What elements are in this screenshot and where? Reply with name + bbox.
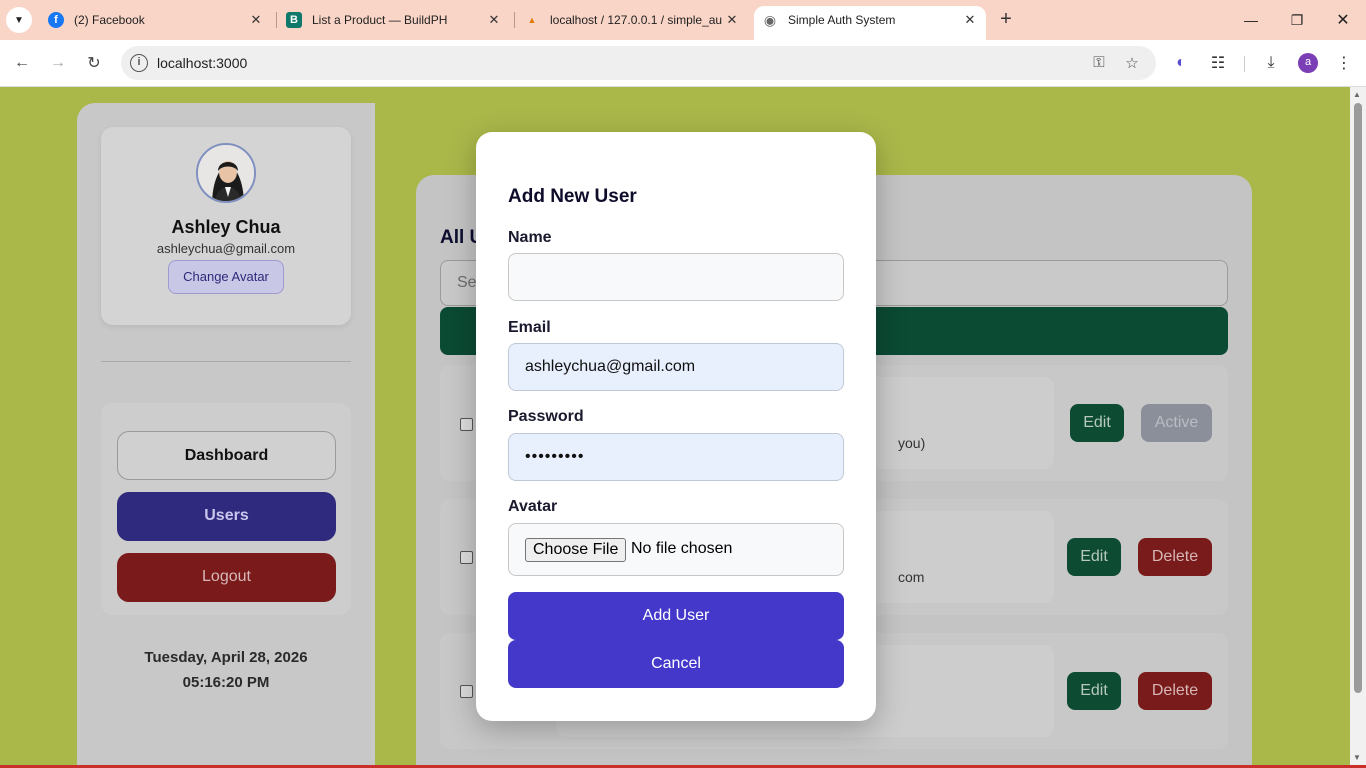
minimize-button[interactable]: —	[1228, 0, 1274, 40]
tab-buildph[interactable]: B List a Product — BuildPH ✕	[278, 6, 510, 34]
row-checkbox[interactable]	[460, 551, 473, 564]
current-date: Tuesday, April 28, 2026	[144, 649, 308, 666]
tab-simple-auth[interactable]: ◉ Simple Auth System ✕	[754, 6, 986, 40]
user-avatar	[196, 143, 256, 203]
minimize-icon: —	[1244, 12, 1258, 28]
url-text[interactable]: localhost:3000	[157, 55, 247, 71]
name-input[interactable]	[508, 253, 844, 301]
file-status-text: No file chosen	[631, 540, 733, 557]
avatar-file-input[interactable]: Choose File No file chosen	[508, 523, 844, 576]
tab-strip: ▼ f (2) Facebook ✕ B List a Product — Bu…	[0, 0, 1366, 40]
tab-separator	[514, 12, 515, 28]
password-label: Password	[508, 408, 584, 425]
sidebar: Ashley Chua ashleychua@gmail.com Change …	[77, 103, 375, 768]
profile-avatar[interactable]: a	[1298, 53, 1318, 73]
arrow-right-icon: →	[50, 54, 66, 71]
email-input[interactable]: ashleychua@gmail.com	[508, 343, 844, 391]
tab-search-button[interactable]: ▼	[6, 7, 32, 33]
avatar-portrait-icon	[198, 145, 254, 201]
back-button[interactable]: ←	[7, 48, 37, 78]
avatar-label: Avatar	[508, 498, 558, 515]
sidebar-item-dashboard[interactable]: Dashboard	[117, 431, 336, 480]
extensions-puzzle-icon[interactable]: ☷	[1205, 50, 1231, 76]
row-checkbox[interactable]	[460, 685, 473, 698]
tab-title: (2) Facebook	[74, 13, 145, 27]
edit-button[interactable]: Edit	[1070, 404, 1124, 442]
page-scrollbar[interactable]: ▲ ▼	[1350, 87, 1366, 768]
browser-toolbar: ← → ↻ i localhost:3000 ⚿ ☆ ◐ ☷ ⤓ a ⋮	[0, 40, 1366, 87]
user-info-text: com	[898, 569, 925, 585]
logout-button[interactable]: Logout	[117, 553, 336, 602]
tab-phpmyadmin[interactable]: ▲ localhost / 127.0.0.1 / simple_au ✕	[516, 6, 748, 34]
reload-button[interactable]: ↻	[79, 48, 109, 78]
tab-title: Simple Auth System	[788, 13, 896, 27]
change-avatar-button[interactable]: Change Avatar	[168, 260, 284, 294]
sidebar-nav: Dashboard Users Logout	[101, 403, 351, 615]
arrow-left-icon: ←	[14, 54, 30, 71]
tab-facebook[interactable]: f (2) Facebook ✕	[40, 6, 272, 34]
user-name: Ashley Chua	[171, 217, 281, 237]
tab-title: localhost / 127.0.0.1 / simple_au	[550, 13, 723, 27]
password-input[interactable]: •••••••••	[508, 433, 844, 481]
bookmark-star-icon[interactable]: ☆	[1122, 54, 1142, 72]
toolbar-divider	[1244, 56, 1245, 72]
forward-button[interactable]: →	[43, 48, 73, 78]
add-user-modal: Add New User Name Email ashleychua@gmail…	[476, 132, 876, 721]
scrollbar-thumb[interactable]	[1354, 103, 1362, 693]
close-window-button[interactable]: ✕	[1320, 0, 1366, 40]
tab-separator	[276, 12, 277, 28]
new-tab-button[interactable]: +	[994, 8, 1018, 32]
row-checkbox[interactable]	[460, 418, 473, 431]
date-time-display: Tuesday, April 28, 2026 05:16:20 PM	[77, 645, 375, 695]
close-icon[interactable]: ✕	[724, 12, 740, 28]
delete-button[interactable]: Delete	[1138, 672, 1212, 710]
buildph-icon: B	[286, 12, 302, 28]
chevron-down-icon: ▼	[14, 14, 24, 26]
close-icon[interactable]: ✕	[248, 12, 264, 28]
phpmyadmin-icon: ▲	[527, 15, 537, 25]
restore-button[interactable]: ❐	[1274, 0, 1320, 40]
close-icon[interactable]: ✕	[962, 12, 978, 28]
cancel-button[interactable]: Cancel	[508, 640, 844, 688]
edit-button[interactable]: Edit	[1067, 672, 1121, 710]
globe-icon: ◉	[763, 11, 777, 28]
user-info-text: you)	[898, 435, 926, 451]
name-label: Name	[508, 229, 552, 246]
download-icon[interactable]: ⤓	[1258, 50, 1284, 76]
current-time: 05:16:20 PM	[182, 674, 270, 691]
modal-title: Add New User	[508, 186, 637, 207]
delete-button[interactable]: Delete	[1138, 538, 1212, 576]
plus-icon: +	[1000, 8, 1012, 30]
scroll-down-icon[interactable]: ▼	[1353, 753, 1361, 762]
active-status-button: Active	[1141, 404, 1212, 442]
extension-c-icon[interactable]: ◐	[1168, 50, 1194, 76]
facebook-icon: f	[48, 12, 64, 28]
email-label: Email	[508, 319, 551, 336]
address-bar[interactable]: i localhost:3000 ⚿ ☆	[121, 46, 1156, 80]
close-icon[interactable]: ✕	[486, 12, 502, 28]
user-email: ashleychua@gmail.com	[156, 241, 296, 256]
tab-title: List a Product — BuildPH	[312, 13, 448, 27]
key-icon[interactable]: ⚿	[1089, 54, 1109, 72]
sidebar-divider	[101, 361, 351, 362]
edit-button[interactable]: Edit	[1067, 538, 1121, 576]
close-icon: ✕	[1336, 12, 1350, 29]
restore-icon: ❐	[1290, 11, 1304, 28]
add-user-button[interactable]: Add User	[508, 592, 844, 640]
reload-icon: ↻	[87, 55, 101, 72]
kebab-menu-icon[interactable]: ⋮	[1331, 50, 1357, 76]
choose-file-button[interactable]: Choose File	[525, 538, 627, 562]
info-icon[interactable]: i	[130, 54, 148, 72]
sidebar-item-users[interactable]: Users	[117, 492, 336, 541]
scroll-up-icon[interactable]: ▲	[1353, 90, 1361, 99]
profile-card: Ashley Chua ashleychua@gmail.com Change …	[101, 127, 351, 325]
